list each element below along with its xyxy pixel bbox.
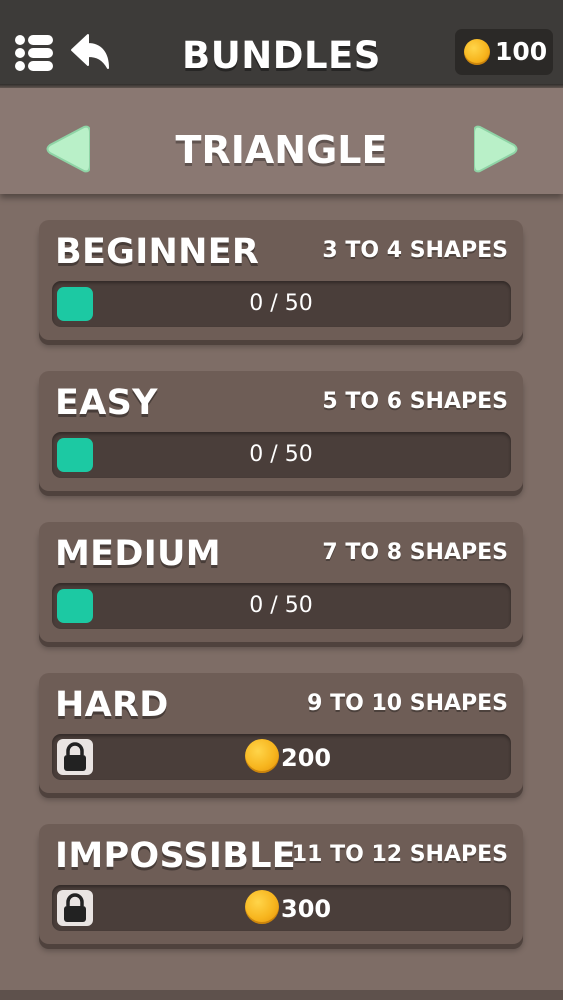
lock-icon bbox=[57, 890, 93, 926]
bundle-name: IMPOSSIBLE bbox=[55, 836, 297, 876]
bundle-card-hard[interactable]: HARD 9 TO 10 SHAPES 200 bbox=[39, 673, 523, 793]
bundle-shape-range: 5 TO 6 SHAPES bbox=[322, 389, 508, 414]
bundle-name: HARD bbox=[55, 685, 169, 725]
triangle-right-icon[interactable] bbox=[474, 121, 520, 177]
category-selector: TRIANGLE bbox=[0, 88, 563, 194]
coin-count: 100 bbox=[495, 37, 548, 66]
coin-icon bbox=[464, 39, 490, 65]
coin-balance: 100 bbox=[455, 29, 553, 75]
price-text: 200 bbox=[281, 744, 332, 772]
bundle-shape-range: 11 TO 12 SHAPES bbox=[291, 842, 508, 867]
coin-icon bbox=[245, 890, 279, 924]
bundle-name: BEGINNER bbox=[55, 232, 260, 272]
bundle-card-impossible[interactable]: IMPOSSIBLE 11 TO 12 SHAPES 300 bbox=[39, 824, 523, 944]
bundle-shape-range: 3 TO 4 SHAPES bbox=[322, 238, 508, 263]
bundle-card-easy[interactable]: EASY 5 TO 6 SHAPES 0 / 50 bbox=[39, 371, 523, 491]
bundle-card-medium[interactable]: MEDIUM 7 TO 8 SHAPES 0 / 50 bbox=[39, 522, 523, 642]
locked-bar[interactable]: 300 bbox=[52, 885, 511, 931]
bundle-name: EASY bbox=[55, 383, 158, 423]
bundle-card-beginner[interactable]: BEGINNER 3 TO 4 SHAPES 0 / 50 bbox=[39, 220, 523, 340]
lock-icon bbox=[57, 739, 93, 775]
bundle-shape-range: 9 TO 10 SHAPES bbox=[307, 691, 508, 716]
bundle-name: MEDIUM bbox=[55, 534, 221, 574]
progress-text: 0 / 50 bbox=[249, 291, 313, 316]
top-bar: BUNDLES 100 bbox=[0, 0, 563, 84]
bundle-shape-range: 7 TO 8 SHAPES bbox=[322, 540, 508, 565]
coin-icon bbox=[245, 739, 279, 773]
bottom-strip bbox=[0, 990, 563, 1000]
progress-text: 0 / 50 bbox=[249, 442, 313, 467]
locked-bar[interactable]: 200 bbox=[52, 734, 511, 780]
progress-text: 0 / 50 bbox=[249, 593, 313, 618]
price-text: 300 bbox=[281, 895, 332, 923]
